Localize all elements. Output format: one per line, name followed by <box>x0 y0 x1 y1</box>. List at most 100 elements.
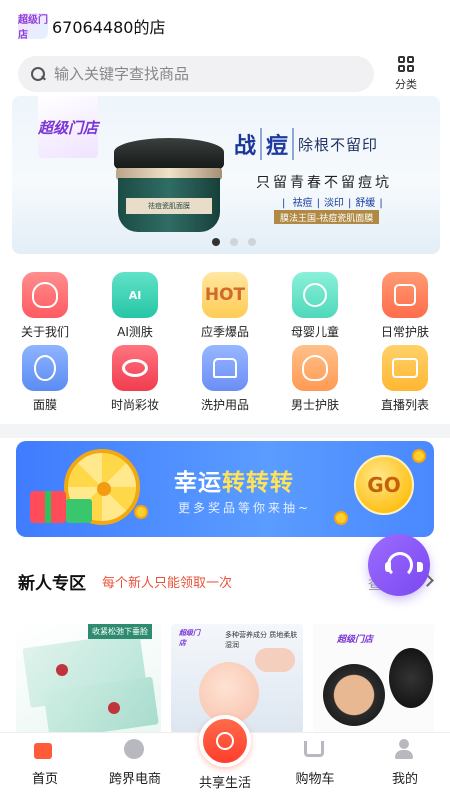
lips-icon <box>112 345 158 391</box>
mask-icon <box>22 345 68 391</box>
grid-label: 应季爆品 <box>200 325 249 339</box>
lucky-subtitle: 更多奖品等你来抽~ <box>178 501 312 515</box>
product-image <box>323 664 385 726</box>
tab-share-life[interactable]: 共享生活 <box>180 715 270 800</box>
carousel-dots <box>212 238 266 246</box>
headset-icon <box>385 552 423 578</box>
product-tagline: 多种营养成分 质地柔肤湿润 <box>225 631 298 649</box>
product-image <box>389 648 433 708</box>
grid-item-live[interactable]: 直播列表 <box>360 345 450 418</box>
product-card[interactable]: 收紧松弛下垂脸 <box>16 624 161 734</box>
banner-tag: 淡印 <box>323 198 344 209</box>
headline-prefix: 战 <box>234 134 257 159</box>
product-image <box>255 648 295 672</box>
bottom-tab-bar: 首页 跨界电商 共享生活 购物车 我的 <box>0 715 450 800</box>
search-row: 分类 <box>0 54 450 96</box>
gift-box-icon <box>66 499 92 523</box>
grid-label: 直播列表 <box>380 398 429 412</box>
grid-label: 面膜 <box>32 398 57 412</box>
banner-headline: 战 痘 除根不留印 <box>234 128 378 160</box>
banner-tag: 舒缓 <box>355 198 376 209</box>
search-input[interactable] <box>54 65 354 83</box>
tab-cart[interactable]: 购物车 <box>270 733 360 800</box>
ai-skin-icon: AI <box>112 272 158 318</box>
hot-icon: HOT <box>202 272 248 318</box>
user-icon <box>394 739 416 761</box>
grid-label: 洗护用品 <box>200 398 249 412</box>
grid-item-daily[interactable]: 日常护肤 <box>360 272 450 345</box>
search-icon <box>30 66 46 82</box>
search-box[interactable] <box>18 56 374 92</box>
customer-service-button[interactable] <box>368 534 430 596</box>
banner-tag: 祛痘 <box>292 198 313 209</box>
globe-icon <box>124 739 146 761</box>
tab-label: 购物车 <box>295 772 335 787</box>
store-name[interactable]: 67064480的店 <box>52 14 165 38</box>
lucky-wheel-banner[interactable]: 幸运转转转 更多奖品等你来抽~ GO <box>16 441 434 537</box>
tab-label: 共享生活 <box>198 776 251 791</box>
grid-label: AI测肤 <box>117 325 153 339</box>
grid-item-hot[interactable]: HOT 应季爆品 <box>180 272 270 345</box>
shirt-icon <box>202 345 248 391</box>
category-grid: 关于我们 AI AI测肤 HOT 应季爆品 母婴儿童 日常护肤 面膜 时尚彩妆 … <box>0 272 450 422</box>
tab-cross-border[interactable]: 跨界电商 <box>90 733 180 800</box>
grid-item-mask[interactable]: 面膜 <box>0 345 90 418</box>
cart-icon <box>304 739 326 761</box>
banner-logo: 超级门店 <box>38 96 98 158</box>
new-zone-subtitle: 每个新人只能领取一次 <box>102 575 233 591</box>
coin-icon <box>412 449 426 463</box>
cream-jar-image: 祛痘瓷肌面膜 <box>110 138 228 234</box>
grid-label: 时尚彩妆 <box>110 398 159 412</box>
product-card[interactable]: 超级门店 <box>313 624 434 734</box>
bag-icon <box>382 272 428 318</box>
lucky-title: 幸运转转转 <box>174 470 294 496</box>
grid-item-about[interactable]: 关于我们 <box>0 272 90 345</box>
grid-label: 母婴儿童 <box>290 325 339 339</box>
tab-label: 跨界电商 <box>108 772 161 787</box>
new-zone-title: 新人专区 <box>18 573 86 594</box>
man-icon <box>292 345 338 391</box>
carousel-dot[interactable] <box>212 238 220 246</box>
tab-home[interactable]: 首页 <box>0 733 90 800</box>
grid-item-wash[interactable]: 洗护用品 <box>180 345 270 418</box>
berry-decoration <box>56 664 68 676</box>
product-tag: 收紧松弛下垂脸 <box>88 624 152 639</box>
coin-icon <box>134 505 148 519</box>
store-logo: 超级门店 <box>18 13 48 41</box>
grid-label: 关于我们 <box>20 325 69 339</box>
grid-item-makeup[interactable]: 时尚彩妆 <box>90 345 180 418</box>
store-header: 超级门店 67064480的店 <box>0 0 450 52</box>
tab-label: 我的 <box>391 772 418 787</box>
coin-icon <box>334 511 348 525</box>
jar-label: 祛痘瓷肌面膜 <box>126 198 212 214</box>
grid-label: 男士护肤 <box>290 398 339 412</box>
baby-icon <box>292 272 338 318</box>
tab-label: 首页 <box>31 772 58 787</box>
gift-box-icon <box>30 491 66 523</box>
home-icon <box>34 739 56 761</box>
grid-item-baby[interactable]: 母婴儿童 <box>270 272 360 345</box>
headline-rest: 除根不留印 <box>298 135 379 154</box>
app-page: 超级门店 67064480的店 分类 超级门店 祛痘瓷肌面膜 战 痘 除根不留印… <box>0 0 450 800</box>
go-button[interactable]: GO <box>354 455 414 515</box>
headline-word: 痘 <box>260 128 295 160</box>
grid-item-ai-skin[interactable]: AI AI测肤 <box>90 272 180 345</box>
category-button[interactable]: 分类 <box>388 54 424 94</box>
carousel-dot[interactable] <box>230 238 238 246</box>
section-divider <box>0 424 450 438</box>
grid-item-men[interactable]: 男士护肤 <box>270 345 360 418</box>
banner-tags: | 祛痘 | 淡印 | 舒缓 | <box>282 198 383 209</box>
promo-banner[interactable]: 超级门店 祛痘瓷肌面膜 战 痘 除根不留印 只留青春不留痘坑 | 祛痘 | 淡印 | 舒… <box>12 96 440 254</box>
berry-decoration <box>108 702 120 714</box>
category-grid-icon <box>398 56 414 72</box>
product-logo: 超级门店 <box>337 635 374 645</box>
live-icon <box>382 345 428 391</box>
banner-subline: 只留青春不留痘坑 <box>256 175 392 191</box>
share-life-icon <box>199 715 251 767</box>
carousel-dot[interactable] <box>248 238 256 246</box>
banner-ribbon: 膜法王国-祛痘瓷肌面膜 <box>274 210 380 224</box>
about-icon <box>22 272 68 318</box>
product-logo: 超级门店 <box>179 629 200 647</box>
tab-mine[interactable]: 我的 <box>360 733 450 800</box>
grid-label: 日常护肤 <box>380 325 429 339</box>
